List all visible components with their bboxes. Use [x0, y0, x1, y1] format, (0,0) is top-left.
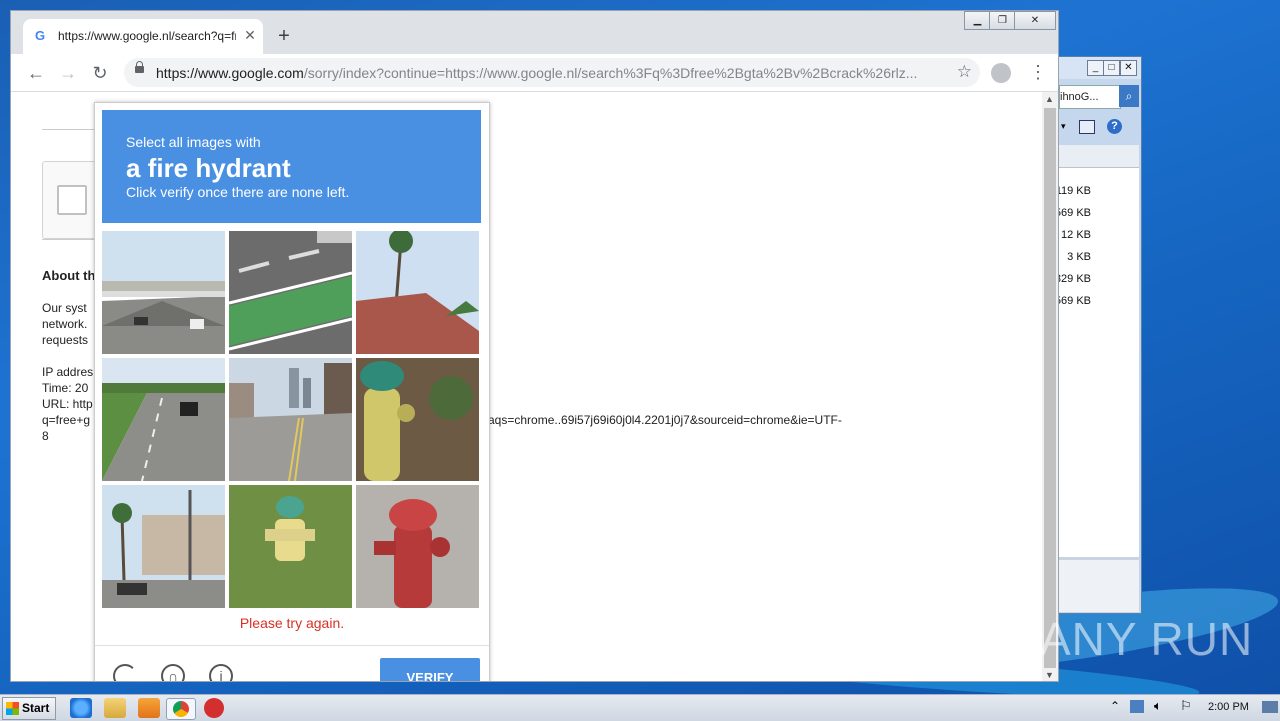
- forward-button[interactable]: →: [57, 62, 79, 84]
- profile-avatar-icon[interactable]: [991, 63, 1011, 83]
- back-button[interactable]: ←: [25, 62, 47, 84]
- image-tile[interactable]: [356, 358, 479, 481]
- opera-icon[interactable]: [204, 698, 224, 718]
- scrollbar-thumb[interactable]: [1044, 108, 1056, 668]
- recaptcha-challenge: Select all images with a fire hydrant Cl…: [94, 102, 490, 681]
- image-tile[interactable]: [356, 485, 479, 608]
- challenge-instruction: Select all images with: [126, 134, 261, 150]
- divider: [42, 239, 102, 240]
- network-icon[interactable]: [1130, 700, 1144, 713]
- headphones-icon[interactable]: ∩: [161, 664, 185, 681]
- windows-logo-icon: [6, 702, 19, 715]
- media-player-icon[interactable]: [138, 698, 160, 718]
- tray-expand-icon[interactable]: ⌃: [1110, 699, 1120, 713]
- image-tile[interactable]: [102, 358, 225, 481]
- lock-icon[interactable]: [135, 61, 144, 73]
- page-scrollbar[interactable]: ▲ ▼: [1042, 92, 1058, 681]
- url-text[interactable]: https://www.google.com/sorry/index?conti…: [156, 65, 936, 81]
- google-icon: G: [35, 28, 46, 43]
- image-grid: [102, 231, 482, 609]
- start-button[interactable]: Start: [2, 697, 56, 720]
- error-message: Please try again.: [239, 615, 345, 631]
- action-center-flag-icon[interactable]: ⚐: [1180, 698, 1192, 714]
- scroll-up-arrow[interactable]: ▲: [1045, 94, 1054, 104]
- url-tail-text: aqs=chrome..69i57j69i60j0l4.2201j0j7&sou…: [488, 413, 842, 427]
- chrome-menu-icon[interactable]: ⋮: [1029, 61, 1047, 83]
- close-button[interactable]: ✕: [1014, 11, 1056, 30]
- challenge-target: a fire hydrant: [126, 153, 291, 183]
- chrome-window[interactable]: ▁ ❐ ✕ G https://www.google.nl/search?q=f…: [10, 10, 1059, 682]
- explorer-search-input[interactable]: ihnoG...: [1059, 85, 1121, 109]
- system-tray: ⌃ 🔈︎ ⚐: [1104, 698, 1280, 719]
- browser-toolbar: ← → ↻ https://www.google.com/sorry/index…: [11, 54, 1058, 92]
- url-path: /sorry/index?continue=https://www.google…: [303, 65, 918, 81]
- search-icon[interactable]: ⌕: [1119, 85, 1139, 107]
- image-tile[interactable]: [229, 358, 352, 481]
- explorer-toolbar: ▾ ?: [1059, 115, 1139, 141]
- url-host: https://www.google.com: [156, 65, 304, 81]
- chevron-down-icon[interactable]: ▾: [1061, 121, 1066, 132]
- volume-icon[interactable]: 🔈︎: [1154, 698, 1162, 714]
- tab-title: https://www.google.nl/search?q=free+gta+…: [58, 29, 236, 43]
- image-tile[interactable]: [356, 231, 479, 354]
- recaptcha-checkbox[interactable]: [57, 185, 87, 215]
- explorer-titlebar[interactable]: _ □ ✕: [1059, 57, 1141, 79]
- close-tab-icon[interactable]: ✕: [241, 26, 259, 44]
- minimize-button[interactable]: ▁: [964, 11, 991, 30]
- internet-explorer-icon[interactable]: [70, 698, 92, 718]
- url-line: URL: http: [42, 397, 93, 411]
- new-tab-button[interactable]: +: [273, 25, 295, 47]
- tab-active[interactable]: G https://www.google.nl/search?q=free+gt…: [23, 19, 263, 54]
- file-explorer-icon[interactable]: [104, 698, 126, 718]
- chrome-taskbar-button[interactable]: [166, 698, 196, 720]
- query-line: q=free+g: [42, 413, 91, 427]
- page-viewport: About th Our syst network. requests IP a…: [11, 92, 1042, 681]
- help-icon[interactable]: ?: [1107, 119, 1122, 134]
- reload-icon[interactable]: [113, 664, 137, 681]
- file-list: 119 KB 569 KB 12 KB 3 KB 829 KB 569 KB: [1055, 145, 1139, 609]
- reload-button[interactable]: ↻: [89, 62, 111, 84]
- show-desktop-icon[interactable]: [1262, 701, 1278, 713]
- verify-button[interactable]: VERIFY: [380, 658, 480, 681]
- address-bar[interactable]: https://www.google.com/sorry/index?conti…: [124, 58, 980, 87]
- sorry-text-line: Our syst: [42, 301, 87, 315]
- time-line: Time: 20: [42, 381, 89, 395]
- challenge-footer: ∩ i VERIFY: [95, 645, 489, 681]
- sorry-text-line: requests: [42, 333, 89, 347]
- explorer-details-pane: [1059, 557, 1139, 612]
- taskbar: Start ⌃ 🔈︎ ⚐ 2:00 PM: [0, 694, 1280, 721]
- sorry-text-line: network.: [42, 317, 88, 331]
- challenge-header: Select all images with a fire hydrant Cl…: [102, 110, 481, 223]
- image-tile[interactable]: [102, 485, 225, 608]
- sorry-heading: About th: [42, 268, 96, 283]
- minimize-button[interactable]: _: [1087, 60, 1104, 76]
- url-end-text: 8: [42, 429, 49, 443]
- close-button[interactable]: ✕: [1120, 60, 1137, 76]
- bookmark-star-icon[interactable]: ☆: [957, 62, 972, 82]
- image-tile[interactable]: [229, 231, 352, 354]
- ip-address-line: IP addres: [42, 365, 94, 379]
- restore-button[interactable]: ❐: [989, 11, 1016, 30]
- image-tile[interactable]: [102, 231, 225, 354]
- start-label: Start: [22, 701, 50, 715]
- clock[interactable]: 2:00 PM: [1208, 701, 1249, 713]
- image-tile[interactable]: [229, 485, 352, 608]
- column-header[interactable]: [1059, 145, 1139, 168]
- maximize-button[interactable]: □: [1103, 60, 1120, 76]
- info-icon[interactable]: i: [209, 664, 233, 681]
- preview-pane-icon[interactable]: [1079, 120, 1095, 134]
- scroll-down-arrow[interactable]: ▼: [1045, 670, 1054, 680]
- anyrun-watermark: ANY RUN: [1040, 613, 1254, 665]
- challenge-subtext: Click verify once there are none left.: [126, 184, 350, 200]
- divider: [42, 129, 102, 130]
- chrome-icon: [173, 701, 189, 717]
- explorer-window[interactable]: _ □ ✕ ihnoG... ⌕ ▾ ? 119 KB 569 KB 12 KB…: [1055, 56, 1142, 614]
